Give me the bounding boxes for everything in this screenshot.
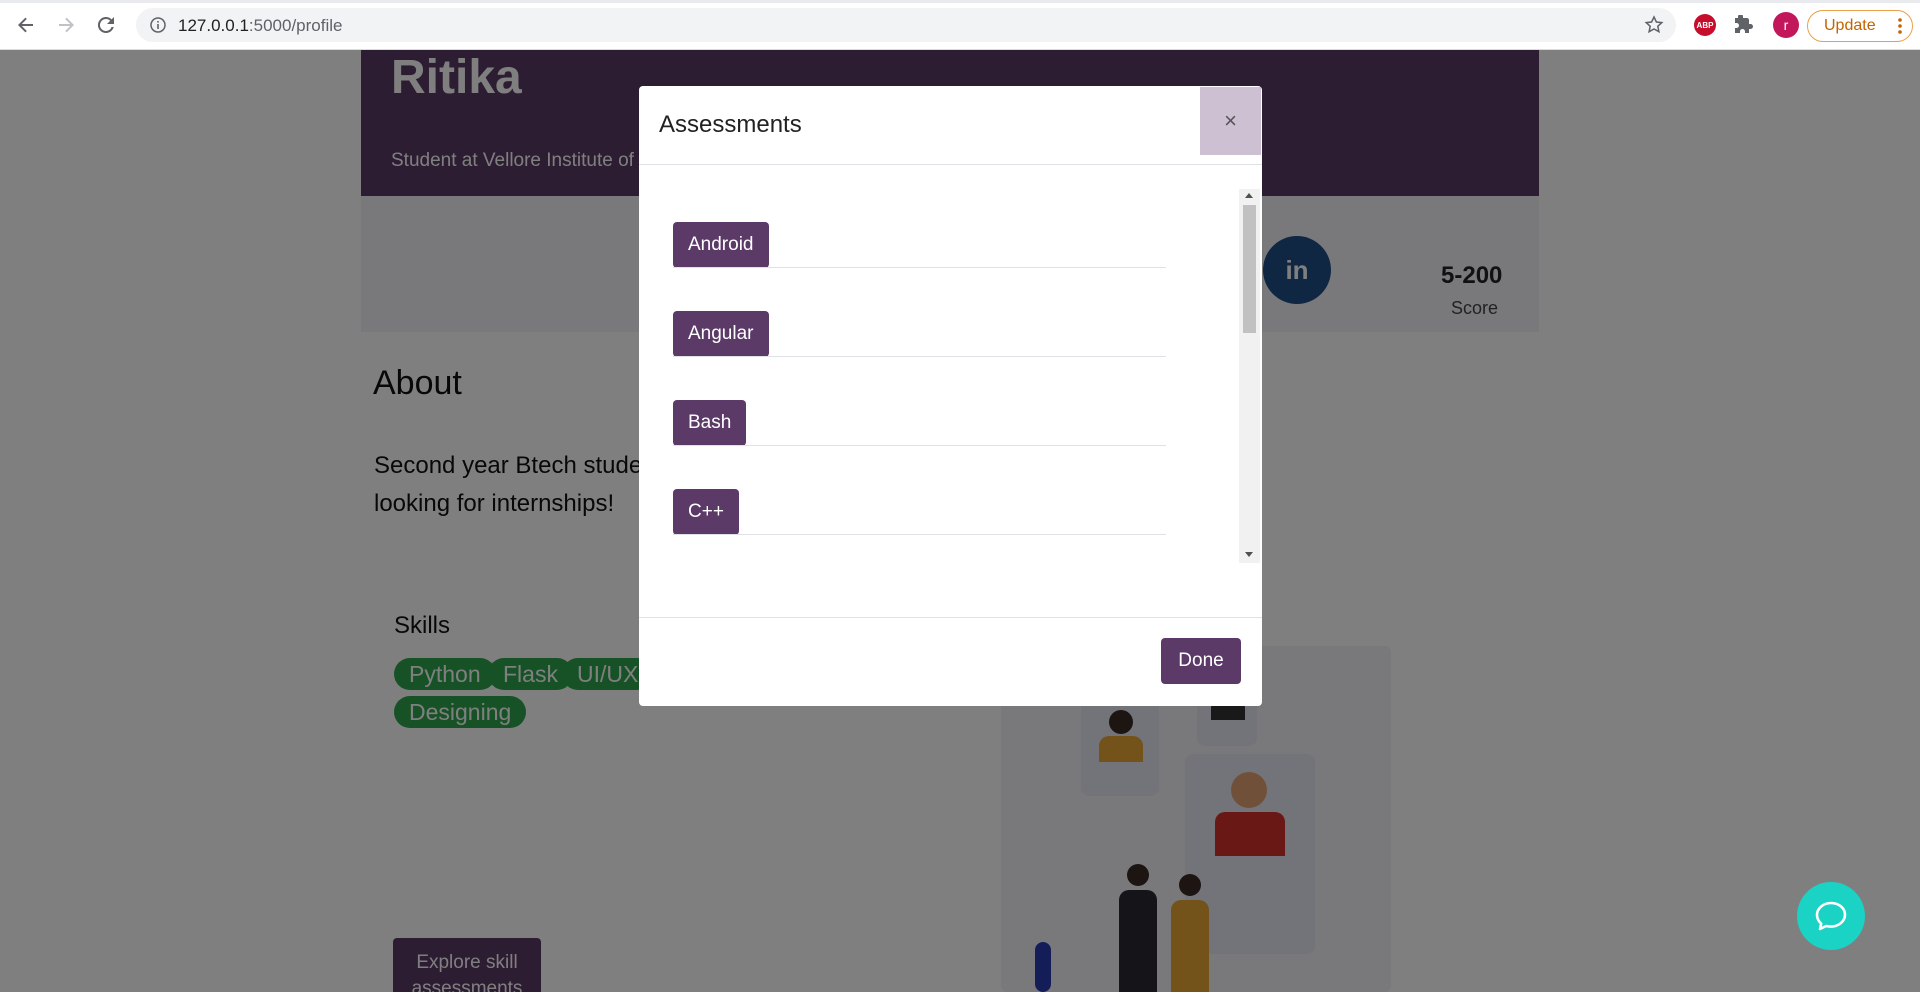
kebab-menu-icon[interactable] <box>1898 18 1902 39</box>
puzzle-icon[interactable] <box>1733 14 1755 36</box>
avatar-letter: r <box>1783 17 1789 33</box>
list-divider <box>673 356 1166 357</box>
assessment-button-angular[interactable]: Angular <box>673 311 769 357</box>
profile-avatar[interactable]: r <box>1773 12 1799 38</box>
arrow-left-icon[interactable] <box>14 13 38 37</box>
list-item: C++ <box>659 453 1231 542</box>
url-text: 127.0.0.1:5000/profile <box>178 16 342 36</box>
assessments-list[interactable]: Android Angular Bash C++ <box>659 186 1260 563</box>
modal-title: Assessments <box>659 111 802 138</box>
browser-toolbar: 127.0.0.1:5000/profile ABP r Update <box>0 0 1920 50</box>
list-item: Bash <box>659 364 1231 453</box>
chat-bubble-icon[interactable] <box>1797 882 1865 950</box>
list-divider <box>673 534 1166 535</box>
list-divider <box>673 445 1166 446</box>
address-bar[interactable]: 127.0.0.1:5000/profile <box>136 8 1676 42</box>
done-button[interactable]: Done <box>1161 638 1241 684</box>
url-host: 127.0.0.1 <box>178 16 249 35</box>
reload-icon[interactable] <box>94 13 118 37</box>
scrollbar-thumb[interactable] <box>1243 205 1256 333</box>
modal-footer-divider <box>639 617 1262 618</box>
close-icon[interactable]: × <box>1200 87 1261 155</box>
assessments-modal: Assessments × Android Angular Bash C++ D… <box>639 86 1262 706</box>
scroll-down-arrow-icon[interactable] <box>1245 552 1253 557</box>
modal-header-divider <box>639 164 1262 165</box>
assessment-button-bash[interactable]: Bash <box>673 400 747 446</box>
list-scrollbar[interactable] <box>1239 189 1260 563</box>
assessment-button-cpp[interactable]: C++ <box>673 489 739 535</box>
url-path: :5000/profile <box>248 16 343 35</box>
info-icon[interactable] <box>150 17 166 38</box>
adblock-extension-icon[interactable]: ABP <box>1694 14 1716 36</box>
abp-label: ABP <box>1696 20 1714 30</box>
arrow-right-icon[interactable] <box>54 13 78 37</box>
update-button[interactable]: Update <box>1807 10 1913 42</box>
star-icon[interactable] <box>1644 15 1664 40</box>
scroll-up-arrow-icon[interactable] <box>1245 193 1253 198</box>
list-divider <box>673 267 1166 268</box>
list-item: Android <box>659 186 1231 275</box>
loading-bar <box>0 0 1920 3</box>
close-symbol: × <box>1224 108 1237 133</box>
assessment-button-android[interactable]: Android <box>673 222 769 268</box>
update-label: Update <box>1824 17 1876 34</box>
list-item: Angular <box>659 275 1231 364</box>
